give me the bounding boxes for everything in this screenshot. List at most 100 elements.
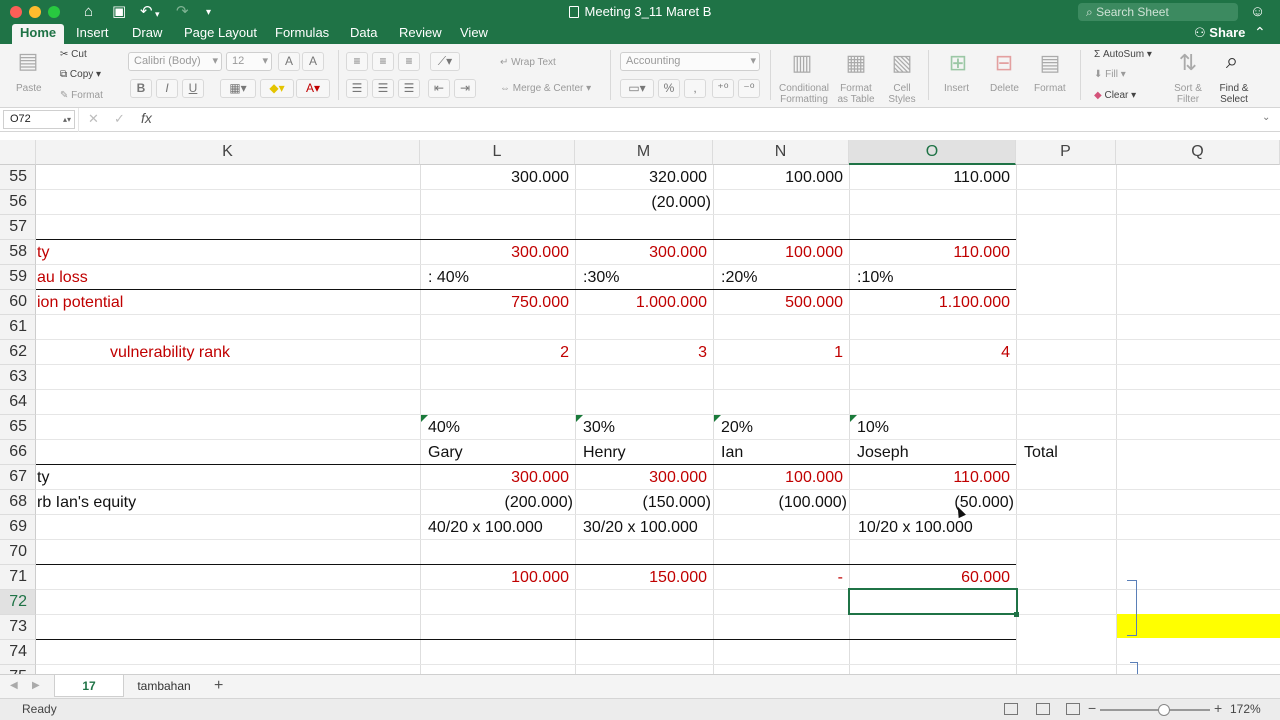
clear-button[interactable]: ◆ Clear ▾ (1094, 90, 1136, 101)
cell-n62[interactable]: 1 (713, 340, 849, 365)
percent-button[interactable]: % (658, 79, 680, 98)
cell-o65[interactable]: 10% (849, 415, 1016, 440)
cell-m60[interactable]: 1.000.000 (575, 290, 713, 315)
column-header-k[interactable]: K (36, 140, 420, 165)
insert-cells-icon[interactable]: ⊞ (940, 50, 976, 76)
column-header-o[interactable]: O (849, 140, 1016, 165)
zoom-in-icon[interactable]: + (1214, 700, 1222, 716)
active-cell-o72[interactable] (848, 588, 1018, 615)
row-header-61[interactable]: 61 (0, 315, 36, 340)
cell-m67[interactable]: 300.000 (575, 465, 713, 490)
page-layout-view-icon[interactable] (1036, 703, 1050, 715)
sheet-tab-17[interactable]: 17 (54, 675, 124, 697)
cell-m58[interactable]: 300.000 (575, 240, 713, 265)
cell-l60[interactable]: 750.000 (420, 290, 575, 315)
cell-l65[interactable]: 40% (420, 415, 575, 440)
align-bottom-button[interactable]: ≡ (398, 52, 420, 71)
tab-data[interactable]: Data (342, 24, 385, 44)
tab-draw[interactable]: Draw (124, 24, 170, 44)
cell-m68[interactable]: (150.000) (575, 490, 713, 515)
underline-button[interactable]: U (182, 79, 204, 98)
paste-icon[interactable]: ▤ (10, 48, 46, 74)
worksheet-grid[interactable]: K L M N O P Q 55 56 57 58 59 60 61 62 63… (0, 140, 1280, 674)
format-painter-button[interactable]: ✎ Format (60, 90, 103, 101)
row-header-73[interactable]: 73 (0, 615, 36, 640)
zoom-slider-track[interactable] (1100, 709, 1210, 711)
font-name-select[interactable]: Calibri (Body) ▾ (128, 52, 222, 71)
cell-styles-button[interactable]: Cell Styles (882, 83, 922, 105)
number-format-select[interactable]: Accounting ▾ (620, 52, 760, 71)
currency-button[interactable]: ▭▾ (620, 79, 654, 98)
row-header-75[interactable]: 75 (0, 665, 36, 674)
zoom-slider-thumb[interactable] (1158, 704, 1170, 716)
row-header-69[interactable]: 69 (0, 515, 36, 540)
column-header-p[interactable]: P (1016, 140, 1116, 165)
row-header-72[interactable]: 72 (0, 590, 36, 615)
account-icon[interactable]: ☺ (1250, 3, 1265, 20)
cell-n60[interactable]: 500.000 (713, 290, 849, 315)
conditional-formatting-icon[interactable]: ▥ (784, 50, 820, 76)
conditional-formatting-button[interactable]: Conditional Formatting (778, 83, 830, 105)
cell-l62[interactable]: 2 (420, 340, 575, 365)
confirm-formula-icon[interactable]: ✓ (114, 111, 125, 127)
cell-m65[interactable]: 30% (575, 415, 713, 440)
cell-l66[interactable]: Gary (420, 440, 575, 465)
format-as-table-icon[interactable]: ▦ (838, 50, 874, 76)
cell-k62[interactable]: vulnerability rank (110, 340, 410, 365)
fill-button[interactable]: ⬇ Fill ▾ (1094, 69, 1126, 80)
format-cells-button[interactable]: Format (1034, 83, 1066, 94)
delete-cells-icon[interactable]: ⊟ (986, 50, 1022, 76)
cell-n58[interactable]: 100.000 (713, 240, 849, 265)
decrease-decimal-button[interactable]: ⁻⁰ (738, 79, 760, 98)
align-middle-button[interactable]: ≡ (372, 52, 394, 71)
cell-m66[interactable]: Henry (575, 440, 713, 465)
tab-review[interactable]: Review (391, 24, 450, 44)
copy-button[interactable]: ⧉ Copy ▾ (60, 69, 101, 80)
fill-handle[interactable] (1014, 612, 1019, 617)
cell-n68[interactable]: (100.000) (713, 490, 849, 515)
align-left-button[interactable]: ☰ (346, 79, 368, 98)
prev-sheet-icon[interactable]: ◀ (10, 680, 18, 691)
fill-color-button[interactable]: ◆▾ (260, 79, 294, 98)
italic-button[interactable]: I (156, 79, 178, 98)
next-sheet-icon[interactable]: ▶ (32, 680, 40, 691)
row-header-65[interactable]: 65 (0, 415, 36, 440)
column-header-m[interactable]: M (575, 140, 713, 165)
row-header-66[interactable]: 66 (0, 440, 36, 465)
row-header-70[interactable]: 70 (0, 540, 36, 565)
format-as-table-button[interactable]: Format as Table (834, 83, 878, 105)
wrap-text-button[interactable]: ↵ Wrap Text (500, 57, 556, 68)
cell-o60[interactable]: 1.100.000 (849, 290, 1016, 315)
cell-o69[interactable]: 10/20 x 100.000 (849, 515, 1016, 540)
share-button[interactable]: ⚇ Share (1194, 24, 1245, 42)
cell-o55[interactable]: 110.000 (849, 165, 1016, 190)
cell-n67[interactable]: 100.000 (713, 465, 849, 490)
cell-k58[interactable]: ty (36, 240, 420, 265)
cell-m62[interactable]: 3 (575, 340, 713, 365)
cell-l67[interactable]: 300.000 (420, 465, 575, 490)
format-cells-icon[interactable]: ▤ (1032, 50, 1068, 76)
tab-view[interactable]: View (452, 24, 496, 44)
zoom-out-icon[interactable]: − (1088, 700, 1096, 716)
row-header-74[interactable]: 74 (0, 640, 36, 665)
align-top-button[interactable]: ≡ (346, 52, 368, 71)
row-header-68[interactable]: 68 (0, 490, 36, 515)
font-color-button[interactable]: A▾ (296, 79, 330, 98)
column-header-n[interactable]: N (713, 140, 849, 165)
cell-k68[interactable]: rb Ian's equity (36, 490, 420, 515)
cell-k59[interactable]: au loss (36, 265, 420, 290)
row-header-56[interactable]: 56 (0, 190, 36, 215)
column-header-l[interactable]: L (420, 140, 575, 165)
align-right-button[interactable]: ☰ (398, 79, 420, 98)
name-box[interactable]: O72 ▴▾ (3, 110, 75, 129)
cell-m56[interactable]: (20.000) (575, 190, 713, 215)
row-header-59[interactable]: 59 (0, 265, 36, 290)
find-select-button[interactable]: Find & Select (1216, 83, 1252, 105)
row-header-67[interactable]: 67 (0, 465, 36, 490)
sheet-tab-tambahan[interactable]: tambahan (128, 675, 200, 697)
cell-m69[interactable]: 30/20 x 100.000 (575, 515, 713, 540)
cell-l71[interactable]: 100.000 (420, 565, 575, 590)
bold-button[interactable]: B (130, 79, 152, 98)
cell-o67[interactable]: 110.000 (849, 465, 1016, 490)
zoom-level[interactable]: 172% (1230, 702, 1261, 716)
